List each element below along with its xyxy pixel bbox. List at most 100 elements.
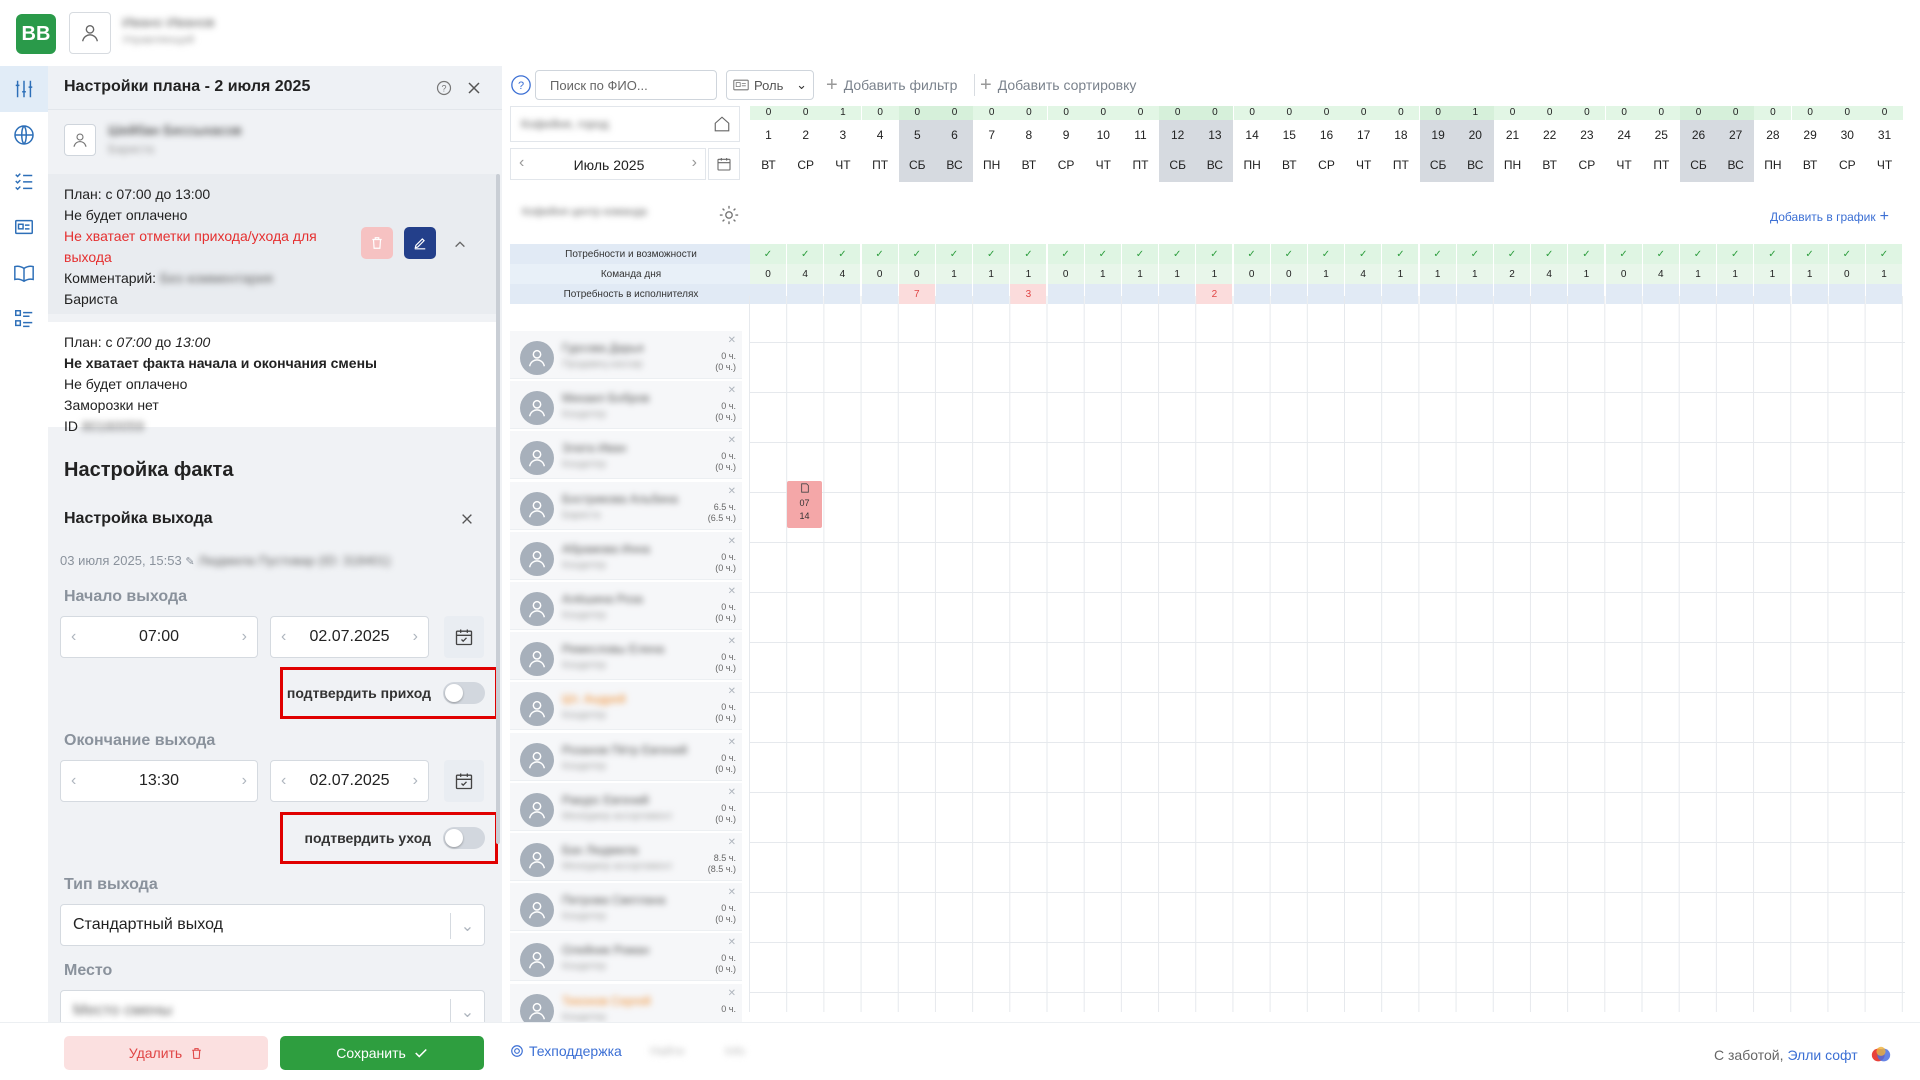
delete-plan-button[interactable] (361, 227, 393, 259)
day-header[interactable]: 0 2 СР (787, 106, 825, 182)
panel-scrollbar[interactable] (496, 174, 500, 844)
close-icon[interactable]: ✕ (728, 636, 736, 647)
day-header[interactable]: 0 9 СР (1047, 106, 1085, 182)
day-header[interactable]: 0 19 СБ (1419, 106, 1457, 182)
day-header[interactable]: 0 22 ВТ (1531, 106, 1569, 182)
credit-brand[interactable]: Элли софт (1787, 1047, 1857, 1063)
day-header[interactable]: 0 12 СБ (1159, 106, 1197, 182)
edit-plan-button[interactable] (404, 227, 436, 259)
day-header[interactable]: 0 1 ВТ (750, 106, 787, 182)
rail-card-button[interactable] (0, 204, 48, 250)
rail-settings-button[interactable] (0, 66, 48, 112)
day-header[interactable]: 0 13 ВС (1196, 106, 1234, 182)
footer-misc-1[interactable]: Найти (650, 1044, 684, 1058)
close-icon[interactable]: ✕ (728, 385, 736, 396)
day-header[interactable]: 0 18 ПТ (1382, 106, 1420, 182)
help-circle-icon[interactable]: ? (510, 74, 532, 99)
day-header[interactable]: 0 10 ЧТ (1084, 106, 1122, 182)
day-header[interactable]: 0 6 ВС (936, 106, 973, 182)
day-header[interactable]: 1 3 ЧТ (824, 106, 862, 182)
day-header[interactable]: 0 15 ВТ (1270, 106, 1308, 182)
shift-cell[interactable]: 07 14 (787, 481, 822, 528)
close-icon[interactable]: ✕ (728, 937, 736, 948)
day-header[interactable]: 0 11 ПТ (1122, 106, 1159, 182)
employee-row[interactable]: Михаил Бобров Кондитер ✕ 0 ч. (0 ч.) (510, 381, 742, 430)
day-header[interactable]: 1 20 ВС (1456, 106, 1494, 182)
day-header[interactable]: 0 29 ВТ (1791, 106, 1829, 182)
chevron-left-icon[interactable]: ‹ (71, 772, 76, 790)
day-header[interactable]: 0 8 ВТ (1010, 106, 1048, 182)
close-icon[interactable] (466, 80, 482, 99)
close-icon[interactable]: ✕ (728, 435, 736, 446)
calendar-button[interactable] (708, 148, 740, 180)
employee-row[interactable]: Олейник Роман Кондитер ✕ 0 ч. (0 ч.) (510, 933, 742, 982)
rail-tasks-button[interactable] (0, 158, 48, 204)
schedule-grid[interactable] (749, 296, 1905, 1012)
exit-type-select[interactable]: Стандартный выход ⌄ (60, 904, 485, 946)
close-exit-icon[interactable] (460, 512, 474, 529)
home-icon[interactable] (713, 115, 731, 136)
day-header[interactable]: 0 28 ПН (1754, 106, 1792, 182)
month-picker[interactable]: ‹ Июль 2025 › (510, 148, 706, 180)
search-input[interactable]: Поиск по ФИО... (535, 70, 717, 100)
employee-row[interactable]: Гурсова Дарья Продавец-кассир ✕ 0 ч. (0 ч.) (510, 331, 742, 379)
app-logo[interactable]: BB (16, 14, 56, 54)
confirm-leave-toggle[interactable] (443, 827, 485, 849)
close-icon[interactable]: ✕ (728, 787, 736, 798)
close-icon[interactable]: ✕ (728, 887, 736, 898)
close-icon[interactable]: ✕ (728, 988, 736, 999)
employee-row[interactable]: Бострикова Альбина Бариста ✕ 6.5 ч. (6.5 ч.) (510, 481, 742, 530)
employee-row[interactable]: Петрова Светлана Кондитер ✕ 0 ч. (0 ч.) (510, 883, 742, 932)
employee-row[interactable]: Бах Людмила Менеджер ассортимента ✕ 8.5 ч.(… (510, 833, 742, 881)
chevron-up-icon[interactable] (453, 236, 467, 257)
close-icon[interactable]: ✕ (728, 686, 736, 697)
employee-row[interactable]: Ракурс Евгений Менеджер ассортимента ✕ 0 ч.… (510, 782, 742, 831)
employee-row[interactable]: Ремесловы Елена Кондитер ✕ 0 ч. (0 ч.) (510, 632, 742, 681)
help-icon[interactable]: ? (436, 80, 452, 99)
end-calendar-button[interactable] (444, 760, 484, 802)
day-header[interactable]: 0 16 СР (1308, 106, 1345, 182)
start-time-stepper[interactable]: ‹ 07:00 › (60, 616, 258, 658)
employee-row[interactable]: Алёшина Роза Кондитер ✕ 0 ч. (0 ч.) (510, 582, 742, 630)
day-header[interactable]: 0 7 ПН (973, 106, 1011, 182)
role-filter[interactable]: Роль ⌄ (726, 70, 814, 100)
chevron-right-icon[interactable]: › (413, 628, 418, 646)
delete-button[interactable]: Удалить (64, 1036, 268, 1070)
rail-book-button[interactable] (0, 250, 48, 296)
day-header[interactable]: 0 17 ЧТ (1345, 106, 1383, 182)
add-to-schedule-link[interactable]: Добавить в график + (1770, 208, 1889, 226)
day-header[interactable]: 0 14 ПН (1233, 106, 1271, 182)
chevron-left-icon[interactable]: ‹ (281, 628, 286, 646)
chevron-right-icon[interactable]: › (242, 772, 247, 790)
close-icon[interactable]: ✕ (728, 335, 736, 346)
chevron-right-icon[interactable]: › (413, 772, 418, 790)
chevron-right-icon[interactable]: › (242, 628, 247, 646)
support-link[interactable]: Техподдержка (510, 1043, 622, 1059)
day-header[interactable]: 0 21 ПН (1494, 106, 1531, 182)
employee-row[interactable]: Шт. Андрей Кондитер ✕ 0 ч. (0 ч.) (510, 682, 742, 731)
end-date-stepper[interactable]: ‹ 02.07.2025 › (270, 760, 429, 802)
day-header[interactable]: 0 4 ПТ (861, 106, 899, 182)
close-icon[interactable]: ✕ (728, 586, 736, 597)
add-filter-button[interactable]: + Добавить фильтр (826, 70, 957, 100)
close-icon[interactable]: ✕ (728, 486, 736, 497)
end-time-stepper[interactable]: ‹ 13:30 › (60, 760, 258, 802)
chevron-left-icon[interactable]: ‹ (281, 772, 286, 790)
start-calendar-button[interactable] (444, 616, 484, 658)
gear-icon[interactable] (718, 204, 740, 229)
day-header[interactable]: 0 5 СБ (898, 106, 936, 182)
day-header[interactable]: 0 26 СБ (1680, 106, 1717, 182)
employee-row[interactable]: Злата Иван Кондитер ✕ 0 ч. (0 ч.) (510, 431, 742, 480)
chevron-left-icon[interactable]: ‹ (71, 628, 76, 646)
day-header[interactable]: 0 24 ЧТ (1605, 106, 1643, 182)
day-header[interactable]: 0 30 СР (1828, 106, 1866, 182)
day-header[interactable]: 0 23 СР (1568, 106, 1606, 182)
add-sort-button[interactable]: + Добавить сортировку (980, 70, 1136, 100)
place-select[interactable]: Место смены ⌄ (60, 990, 485, 1022)
close-icon[interactable]: ✕ (728, 837, 736, 848)
save-button[interactable]: Сохранить (280, 1036, 484, 1070)
footer-misc-2[interactable]: Info (725, 1044, 745, 1058)
rail-list-button[interactable] (0, 296, 48, 342)
employee-row[interactable]: Абрамова Инна Кондитер ✕ 0 ч. (0 ч.) (510, 531, 742, 580)
day-header[interactable]: 0 31 ЧТ (1866, 106, 1903, 182)
